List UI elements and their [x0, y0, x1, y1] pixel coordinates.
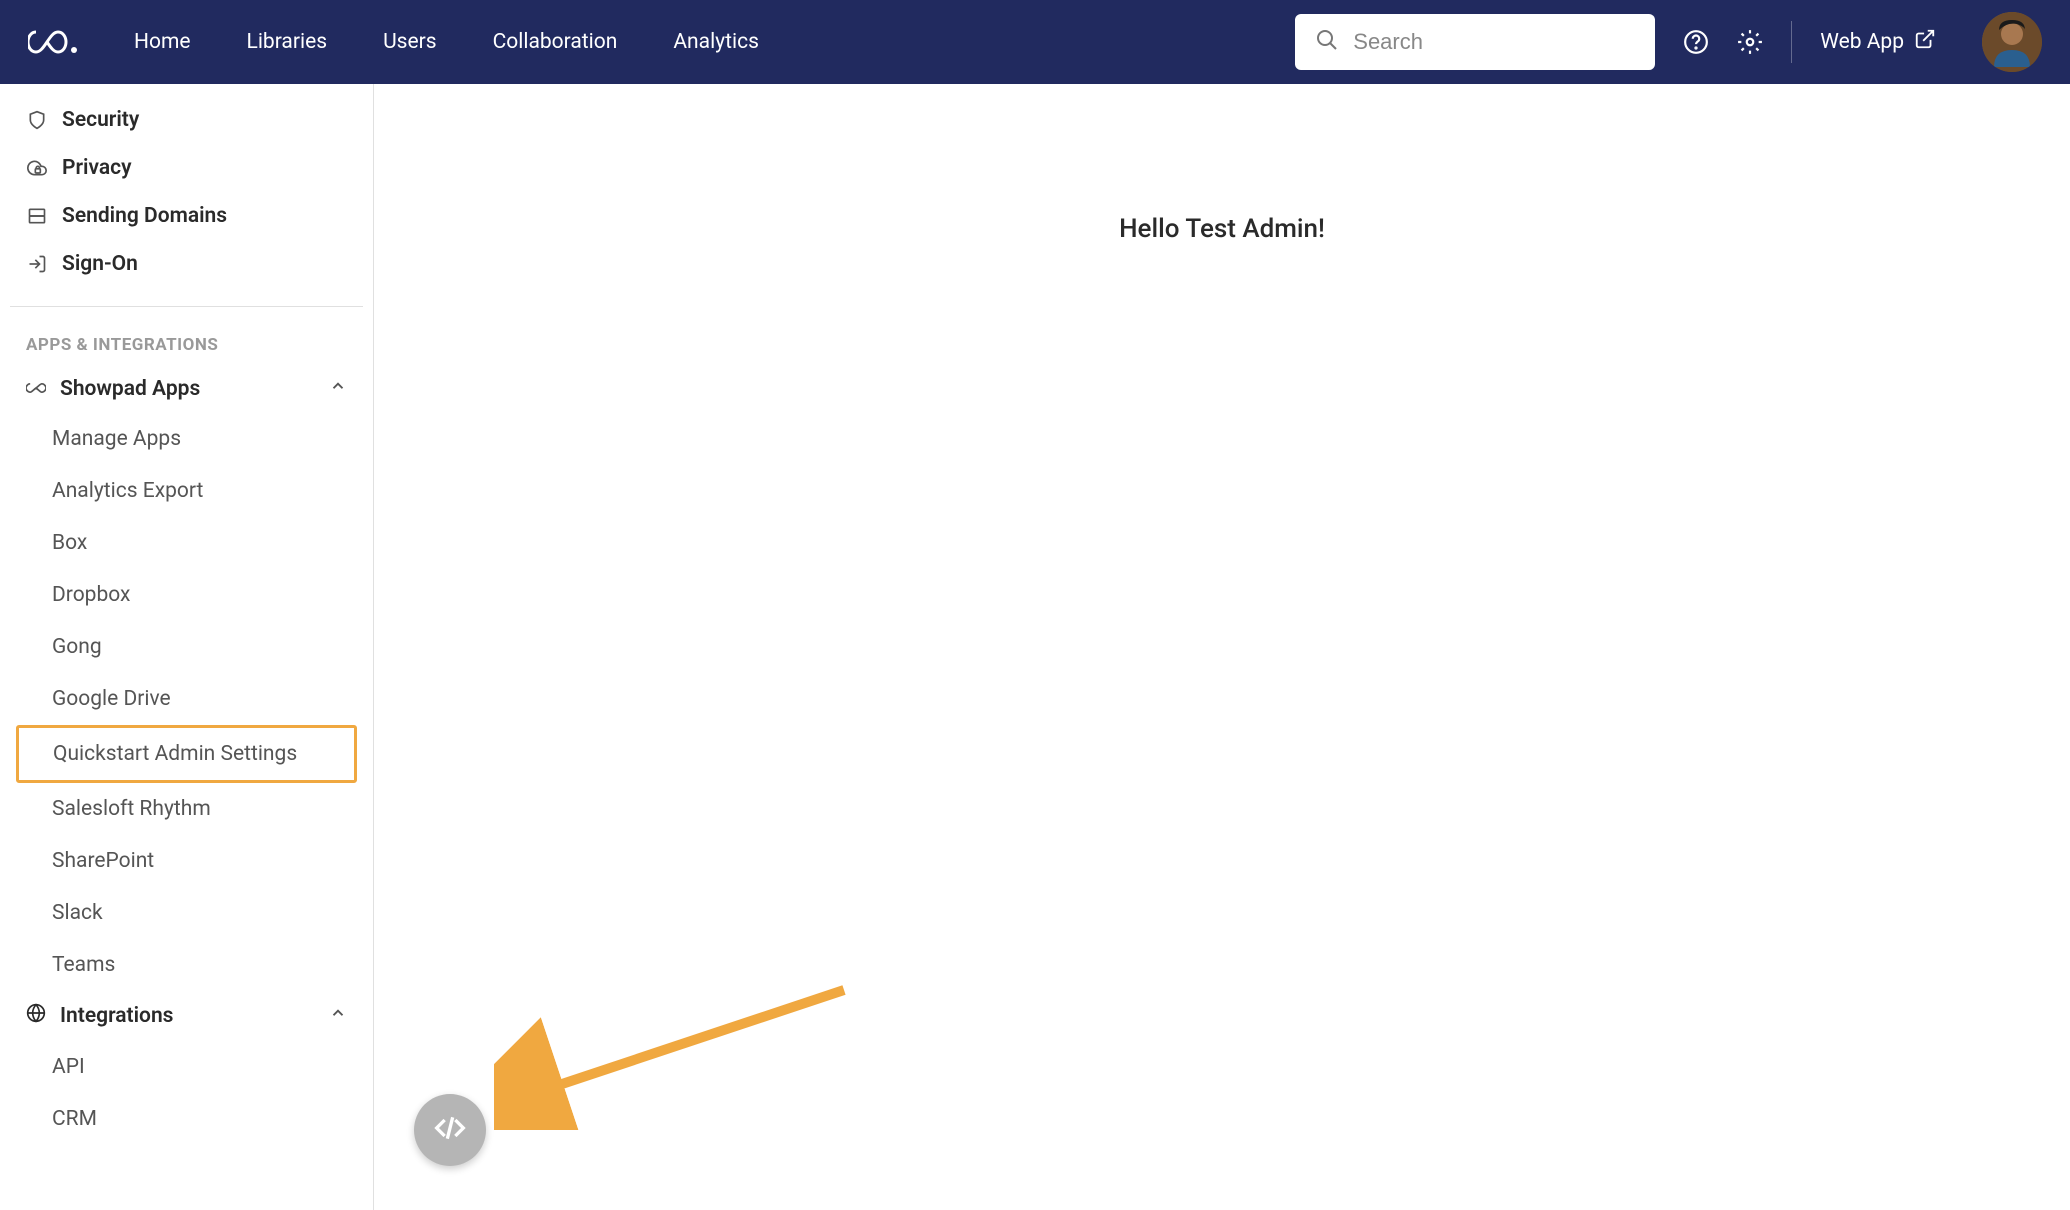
- sidebar-subitem-salesloft[interactable]: Salesloft Rhythm: [10, 783, 363, 835]
- nav-libraries[interactable]: Libraries: [219, 0, 356, 84]
- sidebar-item-privacy[interactable]: Privacy: [10, 144, 363, 192]
- nav-collaboration[interactable]: Collaboration: [465, 0, 646, 84]
- help-icon[interactable]: [1683, 29, 1709, 55]
- search-box[interactable]: [1295, 14, 1655, 70]
- sidebar-subitem-gong[interactable]: Gong: [10, 621, 363, 673]
- sidebar-subitem-manage-apps[interactable]: Manage Apps: [10, 413, 363, 465]
- sidebar: Security Privacy: [0, 84, 374, 1210]
- nav-home[interactable]: Home: [106, 0, 219, 84]
- sidebar-divider: [10, 306, 363, 307]
- sidebar-subitem-api[interactable]: API: [10, 1041, 363, 1093]
- sidebar-subitem-box[interactable]: Box: [10, 517, 363, 569]
- content-area: Hello Test Admin!: [374, 84, 2070, 1210]
- sidebar-subitem-dropbox[interactable]: Dropbox: [10, 569, 363, 621]
- sidebar-item-label: Sign-On: [62, 252, 138, 276]
- sidebar-subitem-google-drive[interactable]: Google Drive: [10, 673, 363, 725]
- nav-analytics[interactable]: Analytics: [645, 0, 787, 84]
- nav-icons: Web App: [1683, 12, 2042, 72]
- code-icon: [434, 1112, 466, 1149]
- sidebar-item-sending-domains[interactable]: Sending Domains: [10, 192, 363, 240]
- web-app-link[interactable]: Web App: [1820, 28, 1936, 56]
- sidebar-subitem-analytics-export[interactable]: Analytics Export: [10, 465, 363, 517]
- sidebar-integrations[interactable]: Integrations: [10, 991, 363, 1041]
- cloud-lock-icon: [26, 157, 48, 179]
- logo[interactable]: [28, 28, 78, 56]
- sidebar-subitem-crm[interactable]: CRM: [10, 1093, 363, 1145]
- sidebar-item-sign-on[interactable]: Sign-On: [10, 240, 363, 288]
- server-icon: [26, 205, 48, 227]
- sidebar-subitem-sharepoint[interactable]: SharePoint: [10, 835, 363, 887]
- chevron-up-icon: [329, 1004, 347, 1028]
- top-navigation: Home Libraries Users Collaboration Analy…: [0, 0, 2070, 84]
- sidebar-section-header: APPS & INTEGRATIONS: [10, 325, 363, 365]
- sidebar-subitem-teams[interactable]: Teams: [10, 939, 363, 991]
- user-avatar[interactable]: [1982, 12, 2042, 72]
- sidebar-subitem-slack[interactable]: Slack: [10, 887, 363, 939]
- sidebar-item-security[interactable]: Security: [10, 96, 363, 144]
- globe-icon: [26, 1003, 46, 1029]
- shield-icon: [26, 109, 48, 131]
- sidebar-expandable-label: Integrations: [60, 1004, 315, 1028]
- chevron-up-icon: [329, 377, 347, 401]
- nav-divider: [1791, 21, 1792, 63]
- search-icon: [1315, 28, 1339, 57]
- sidebar-item-label: Security: [62, 108, 139, 132]
- sidebar-showpad-apps[interactable]: Showpad Apps: [10, 365, 363, 413]
- settings-icon[interactable]: [1737, 29, 1763, 55]
- sidebar-subitem-quickstart-admin[interactable]: Quickstart Admin Settings: [16, 725, 357, 783]
- welcome-text: Hello Test Admin!: [1119, 214, 1325, 244]
- sidebar-item-label: Privacy: [62, 156, 132, 180]
- sidebar-expandable-label: Showpad Apps: [60, 377, 315, 401]
- sidebar-item-label: Sending Domains: [62, 204, 227, 228]
- web-app-label: Web App: [1820, 30, 1904, 54]
- search-input[interactable]: [1353, 29, 1641, 55]
- nav-links: Home Libraries Users Collaboration Analy…: [106, 0, 787, 84]
- sign-in-icon: [26, 253, 48, 275]
- external-link-icon: [1914, 28, 1936, 56]
- dev-tools-button[interactable]: [414, 1094, 486, 1166]
- infinity-icon: [26, 377, 46, 401]
- annotation-arrow: [494, 980, 864, 1130]
- nav-users[interactable]: Users: [355, 0, 465, 84]
